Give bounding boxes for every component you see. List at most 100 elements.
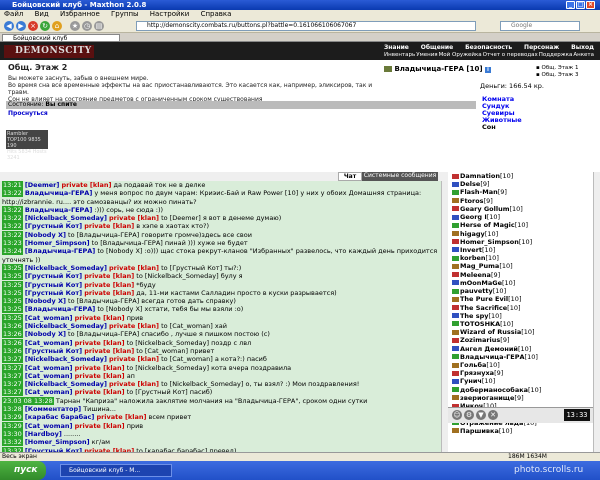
nav-character[interactable]: Персонаж — [524, 44, 559, 51]
refresh-icon[interactable]: ↻ — [40, 21, 50, 31]
message-author[interactable]: [Nickelback_Someday] — [25, 264, 107, 272]
menu-settings[interactable]: Настройки — [150, 10, 190, 18]
nav-profile[interactable]: Анкета — [573, 52, 594, 58]
message-time[interactable]: 13:27 — [2, 355, 23, 364]
message-author[interactable]: [Грустный Кот] — [25, 281, 82, 289]
message-time[interactable]: 13:23 — [2, 239, 23, 248]
message-author[interactable]: [Грустный Кот] — [25, 222, 82, 230]
message-time[interactable]: 13:21 — [2, 181, 23, 189]
menu-groups[interactable]: Группы — [111, 10, 139, 18]
message-author[interactable]: [Грустный Кот] — [25, 272, 82, 280]
rambler-counter[interactable]: Rambler TOP100 9835 190 Hits 5834 Hosts … — [6, 130, 48, 161]
tab-chat[interactable]: Чат — [338, 172, 362, 181]
message-time[interactable]: 13:25 — [2, 297, 23, 306]
nav-exit[interactable]: Выход — [571, 44, 594, 51]
user-list-item[interactable]: доберманособака[10] — [448, 386, 600, 394]
user-list-item[interactable]: Damnation[10] — [448, 172, 600, 180]
message-time[interactable]: 13:27 — [2, 363, 23, 372]
history-icon[interactable]: ◷ — [82, 21, 92, 31]
nav-transfers[interactable]: Отчет о переводах — [483, 52, 538, 58]
favorites-icon[interactable]: ★ — [70, 21, 80, 31]
message-time[interactable]: 13:25 — [2, 313, 23, 322]
message-author[interactable]: [карабас барабас] — [25, 413, 95, 421]
message-author[interactable]: [Deemer] — [25, 181, 60, 189]
message-time[interactable]: 13:30 — [2, 429, 23, 438]
address-field[interactable]: http://demonscity.combats.ru/buttons.pl?… — [136, 21, 476, 31]
user-list-item[interactable]: Mag_Puma[10] — [448, 262, 600, 270]
user-list-item[interactable]: Invert[10] — [448, 246, 600, 254]
user-list-scrollbar[interactable] — [593, 172, 600, 452]
floor-link-3[interactable]: ▪ Общ. Этаж 3 — [536, 72, 579, 79]
message-author[interactable]: [Nickelback_Someday] — [25, 380, 107, 388]
user-list-item[interactable]: Паршивка[10] — [448, 427, 600, 435]
user-list-item[interactable]: Ftoros[9] — [448, 197, 600, 205]
clear-icon[interactable]: ✕ — [488, 410, 498, 420]
message-author[interactable]: [Cat_woman] — [25, 339, 73, 347]
tab-system-messages[interactable]: Системные сообщения — [362, 172, 438, 181]
filter-icon[interactable]: ▼ — [476, 410, 486, 420]
message-author[interactable]: [Грустный Кот] — [25, 347, 82, 355]
user-list-item[interactable]: Delse[9] — [448, 180, 600, 188]
user-list-item[interactable]: higagy[10] — [448, 230, 600, 238]
message-author[interactable]: [Homer_Simpson] — [25, 438, 90, 446]
message-author[interactable]: [Cat_woman] — [25, 364, 73, 372]
user-list-item[interactable]: Herse of Magic[10] — [448, 221, 600, 229]
nav-security[interactable]: Безопасность — [465, 44, 512, 51]
user-list-item[interactable]: Владычица-ГЕРА[10] — [448, 353, 600, 361]
nav-knowledge[interactable]: Знание — [384, 44, 409, 51]
message-time[interactable]: 13:32 — [2, 438, 23, 447]
user-list-item[interactable]: Flash-Man[9] — [448, 188, 600, 196]
message-author[interactable]: [Cat_woman] — [25, 422, 73, 430]
message-author[interactable]: [Владычица-ГЕРА] — [25, 247, 95, 255]
message-author[interactable]: [Грустный Кот] — [25, 289, 82, 297]
message-time[interactable]: 13:24 — [2, 247, 23, 256]
chat-scrollbar[interactable] — [441, 181, 448, 452]
home-icon[interactable]: ⌂ — [52, 21, 62, 31]
emoticon-icon[interactable]: ☺ — [452, 410, 462, 420]
message-author[interactable]: [Комментатор] — [25, 405, 81, 413]
message-time[interactable]: 13:22 — [2, 205, 23, 214]
user-list-item[interactable]: Geary Gollum[10] — [448, 205, 600, 213]
message-time[interactable]: 13:25 — [2, 288, 23, 297]
nav-inventory[interactable]: Инвентарь — [384, 52, 415, 58]
menu-view[interactable]: Вид — [35, 10, 49, 18]
settings-icon[interactable]: ⚙ — [464, 410, 474, 420]
user-list-item[interactable]: Гунич[10] — [448, 377, 600, 385]
user-list-item[interactable]: звериоганище[9] — [448, 394, 600, 402]
message-author[interactable]: [Cat_woman] — [25, 388, 73, 396]
user-list-item[interactable]: korben[10] — [448, 254, 600, 262]
nav-communication[interactable]: Общение — [421, 44, 453, 51]
message-time[interactable]: 13:25 — [2, 305, 23, 314]
message-author[interactable]: Владычица-ГЕРА] — [25, 206, 93, 214]
message-time[interactable]: 13:29 — [2, 421, 23, 430]
message-author[interactable]: [Владычица-ГЕРА] — [25, 305, 95, 313]
message-time[interactable]: 13:26 — [2, 322, 23, 331]
back-icon[interactable]: ◀ — [4, 21, 14, 31]
message-time[interactable]: 13:25 — [2, 272, 23, 281]
message-time[interactable]: 13:22 — [2, 214, 23, 223]
message-author[interactable]: [Nobody X] — [25, 297, 66, 305]
user-list-item[interactable]: Georg I[10] — [448, 213, 600, 221]
user-list-item[interactable]: The Pure Evil[10] — [448, 295, 600, 303]
user-list-item[interactable]: Грязнуха[9] — [448, 369, 600, 377]
user-list-item[interactable]: The Sacrifice[10] — [448, 304, 600, 312]
menu-help[interactable]: Справка — [201, 10, 232, 18]
nav-armory[interactable]: Мой Оружейка — [439, 52, 482, 58]
user-list-item[interactable]: Wizard of Russia[10] — [448, 328, 600, 336]
floor-link-1[interactable]: ▪ Общ. Этаж 1 — [536, 65, 579, 72]
stop-icon[interactable]: × — [28, 21, 38, 31]
user-list-item[interactable]: Homer_Simpson[10] — [448, 238, 600, 246]
menu-file[interactable]: Файл — [4, 10, 23, 18]
message-author[interactable]: [Nickelback_Someday] — [25, 214, 107, 222]
message-author[interactable]: [Cat_woman] — [25, 372, 73, 380]
message-time[interactable]: 13:25 — [2, 280, 23, 289]
user-list-item[interactable]: Гольба[10] — [448, 361, 600, 369]
message-time[interactable]: 13:28 — [2, 405, 23, 414]
message-time[interactable]: 13:29 — [2, 413, 23, 422]
message-time[interactable]: 13:26 — [2, 346, 23, 355]
message-author[interactable]: [Nobody X] — [25, 231, 66, 239]
message-time[interactable]: 13:27 — [2, 388, 23, 397]
maximize-icon[interactable]: □ — [576, 1, 585, 9]
message-author[interactable]: [Hardboy] — [25, 430, 62, 438]
message-author[interactable]: [Homer_Simpson] — [25, 239, 90, 247]
